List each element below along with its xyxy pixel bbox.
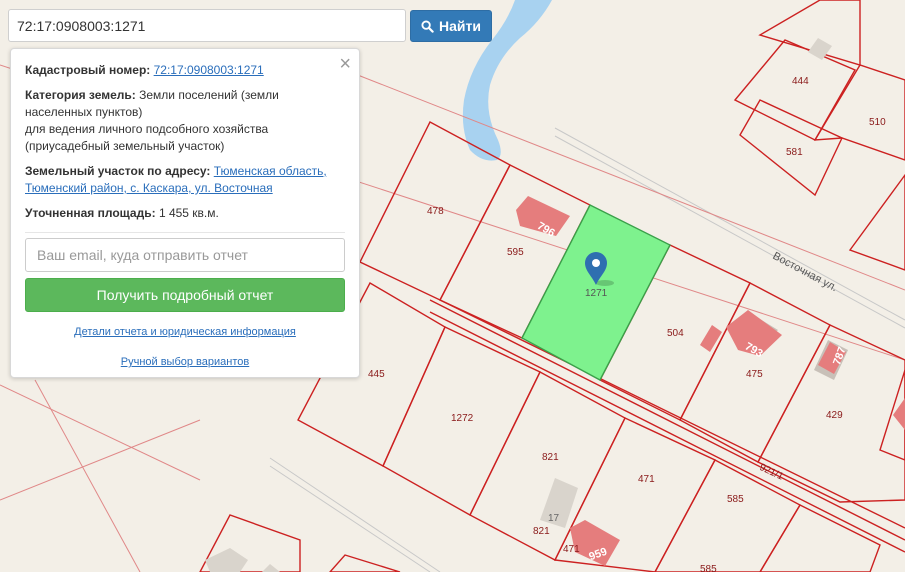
parcel-label: 821: [542, 452, 559, 463]
parcel-label: 475: [746, 369, 763, 380]
address-link[interactable]: Тюменский район, с. Каскара, ул. Восточн…: [25, 181, 273, 195]
land-category-value: населенных пунктов): [25, 105, 143, 119]
get-report-button[interactable]: Получить подробный отчет: [25, 278, 345, 312]
search-button[interactable]: Найти: [410, 10, 492, 42]
close-icon[interactable]: ×: [339, 53, 351, 75]
parcel-label: 595: [507, 247, 524, 258]
parcel-label: 504: [667, 328, 684, 339]
parcel-label: 471: [563, 544, 580, 555]
parcel-label: 1272: [451, 413, 474, 424]
parcel-label: 585: [700, 564, 717, 572]
selected-parcel-label: 1271: [585, 288, 608, 299]
area-label: Уточненная площадь:: [25, 206, 156, 220]
cadastral-number-label: Кадастровый номер:: [25, 63, 151, 77]
report-details-link[interactable]: Детали отчета и юридическая информация: [74, 326, 296, 338]
manual-selection-link[interactable]: Ручной выбор вариантов: [121, 356, 249, 368]
parcel-label: 478: [427, 206, 444, 217]
parcel-label: 821: [533, 526, 550, 537]
land-category-value: для ведения личного подсобного хозяйства: [25, 122, 269, 136]
parcel-label: 445: [368, 369, 385, 380]
cadastral-number-link[interactable]: 72:17:0908003:1271: [154, 63, 264, 77]
parcel-label: 471: [638, 474, 655, 485]
parcel-label: 17: [548, 513, 560, 524]
divider: [25, 232, 345, 233]
parcel-info-panel: × Кадастровый номер: 72:17:0908003:1271 …: [10, 48, 360, 378]
parcel-label: 581: [786, 147, 803, 158]
parcel-label: 585: [727, 494, 744, 505]
email-field[interactable]: [25, 238, 345, 272]
search-icon: [421, 19, 434, 33]
search-button-label: Найти: [439, 18, 481, 34]
land-category-value: (приусадебный земельный участок): [25, 139, 225, 153]
parcel-label: 444: [792, 76, 809, 87]
address-label: Земельный участок по адресу:: [25, 164, 211, 178]
address-link[interactable]: Тюменская область,: [214, 164, 327, 178]
land-category-value: Земли поселений (земли: [139, 88, 279, 102]
search-input[interactable]: [8, 9, 406, 42]
parcel-label: 429: [826, 410, 843, 421]
parcel-label: 510: [869, 117, 886, 128]
land-category-label: Категория земель:: [25, 88, 136, 102]
area-value: 1 455 кв.м.: [158, 206, 219, 220]
